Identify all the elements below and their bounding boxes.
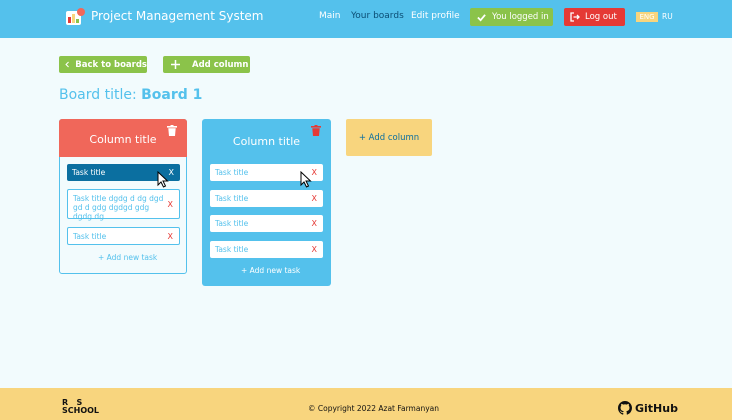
column-2-title[interactable]: Column title: [202, 135, 331, 148]
board-title: Board title: Board 1: [59, 87, 202, 103]
rs-school-logo[interactable]: R S SCHOOL: [62, 399, 99, 415]
logout-button[interactable]: Log out: [564, 8, 625, 26]
task-title: Task title dgdg d dg dgd gd d gdg dgdgd …: [73, 194, 164, 221]
copyright-text: © Copyright 2022 Azat Farmanyan: [308, 404, 439, 413]
check-icon: [477, 13, 486, 22]
task-card[interactable]: Task title dgdg d dg dgd gd d gdg dgdgd …: [67, 189, 180, 221]
trash-icon[interactable]: [311, 125, 321, 136]
delete-task-button[interactable]: X: [168, 232, 173, 241]
logout-icon: [570, 12, 580, 22]
rs-school-logo-line: SCHOOL: [62, 406, 100, 415]
back-to-boards-button[interactable]: Back to boards: [59, 56, 147, 73]
delete-task-button[interactable]: X: [312, 245, 317, 254]
delete-task-button[interactable]: X: [312, 168, 317, 177]
header: Project Management System Main Your boar…: [0, 0, 732, 38]
task-title: Task title: [72, 168, 106, 177]
github-icon: [618, 401, 632, 415]
nav-your-boards[interactable]: Your boards: [351, 11, 404, 21]
column-2[interactable]: Column title Task title X Task title X T…: [202, 119, 331, 286]
add-new-task-button[interactable]: + Add new task: [98, 253, 157, 262]
task-card[interactable]: Task title X: [210, 215, 323, 232]
logged-in-status: You logged in: [470, 8, 553, 26]
cursor-icon: [300, 171, 312, 188]
task-title: Task title: [73, 232, 107, 241]
delete-task-button[interactable]: X: [168, 200, 173, 209]
nav-main[interactable]: Main: [319, 11, 341, 21]
delete-task-button[interactable]: X: [312, 219, 317, 228]
cursor-icon: [157, 171, 169, 188]
github-label: GitHub: [635, 401, 678, 415]
lang-eng[interactable]: ENG: [636, 12, 658, 22]
task-title: Task title: [215, 194, 249, 203]
logout-label: Log out: [585, 12, 617, 22]
delete-task-button[interactable]: X: [312, 194, 317, 203]
task-card[interactable]: Task title X: [210, 241, 323, 258]
board-title-value: Board 1: [141, 87, 203, 103]
plus-icon: [171, 60, 180, 69]
logged-in-label: You logged in: [492, 12, 549, 22]
task-card[interactable]: Task title X: [67, 227, 180, 245]
nav-edit-profile[interactable]: Edit profile: [411, 11, 460, 21]
add-column-label: Add column: [192, 59, 249, 70]
app-logo-icon[interactable]: [64, 6, 86, 28]
trash-icon[interactable]: [167, 125, 177, 136]
lang-ru[interactable]: RU: [662, 12, 673, 21]
delete-task-button[interactable]: X: [169, 168, 174, 177]
task-title: Task title: [215, 168, 249, 177]
app-title: Project Management System: [91, 9, 264, 23]
board-title-prefix: Board title:: [59, 87, 137, 103]
back-to-boards-label: Back to boards: [75, 59, 147, 70]
chevron-left-icon: [65, 61, 69, 68]
task-card[interactable]: Task title X: [210, 190, 323, 207]
add-new-task-button[interactable]: + Add new task: [241, 266, 300, 275]
add-column-button[interactable]: Add column: [163, 56, 250, 73]
column-1-header: Column title: [59, 119, 187, 157]
add-column-tile[interactable]: + Add column: [346, 119, 432, 156]
github-link[interactable]: GitHub: [618, 401, 678, 415]
task-title: Task title: [215, 219, 249, 228]
column-1[interactable]: Column title Task title X Task title dgd…: [59, 119, 187, 274]
task-title: Task title: [215, 245, 249, 254]
